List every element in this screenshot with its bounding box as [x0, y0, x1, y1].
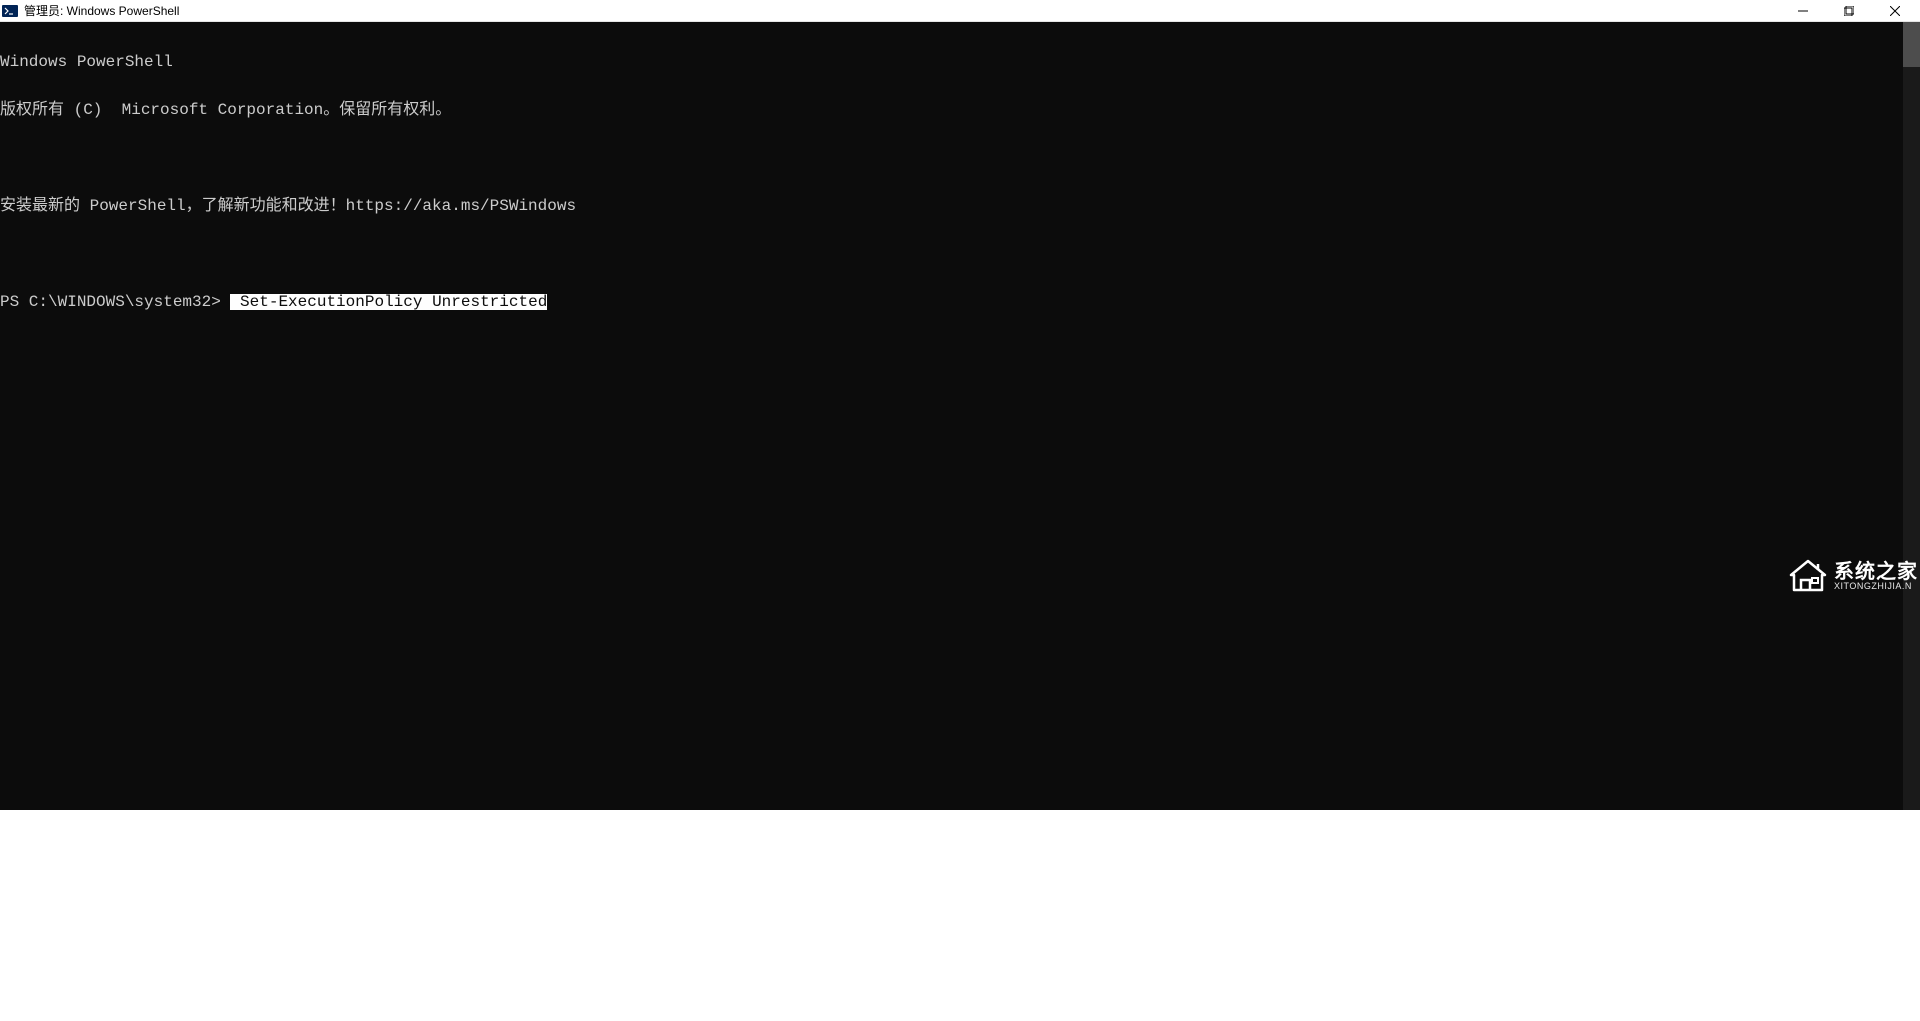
titlebar[interactable]: 管理员: Windows PowerShell — [0, 0, 1920, 22]
scrollbar-thumb[interactable] — [1903, 22, 1920, 67]
terminal-content: Windows PowerShell 版权所有 (C) Microsoft Co… — [0, 22, 1920, 342]
terminal-line — [0, 150, 1920, 166]
minimize-button[interactable] — [1780, 0, 1826, 21]
scrollbar-track[interactable] — [1903, 22, 1920, 810]
prompt: PS C:\WINDOWS\system32> — [0, 294, 230, 310]
watermark-subtitle: XITONGZHIJIA.N — [1834, 582, 1918, 591]
terminal-line: 版权所有 (C) Microsoft Corporation。保留所有权利。 — [0, 102, 1920, 118]
powershell-window: 管理员: Windows PowerShell Windows PowerShe… — [0, 0, 1920, 810]
selected-command[interactable]: Set-ExecutionPolicy Unrestricted — [230, 294, 547, 310]
prompt-line: PS C:\WINDOWS\system32> Set-ExecutionPol… — [0, 294, 1920, 310]
terminal-line: 安装最新的 PowerShell，了解新功能和改进！https://aka.ms… — [0, 198, 1920, 214]
house-icon — [1788, 558, 1828, 594]
below-window-area — [0, 810, 1920, 1021]
terminal-line: Windows PowerShell — [0, 54, 1920, 70]
terminal-line — [0, 246, 1920, 262]
close-button[interactable] — [1872, 0, 1918, 21]
watermark-text: 系统之家 XITONGZHIJIA.N — [1834, 562, 1918, 591]
window-title: 管理员: Windows PowerShell — [24, 2, 1780, 19]
watermark: 系统之家 XITONGZHIJIA.N — [1780, 554, 1920, 598]
watermark-title: 系统之家 — [1834, 562, 1918, 582]
terminal-body[interactable]: Windows PowerShell 版权所有 (C) Microsoft Co… — [0, 22, 1920, 810]
powershell-icon — [2, 3, 18, 19]
window-controls — [1780, 0, 1918, 21]
maximize-button[interactable] — [1826, 0, 1872, 21]
